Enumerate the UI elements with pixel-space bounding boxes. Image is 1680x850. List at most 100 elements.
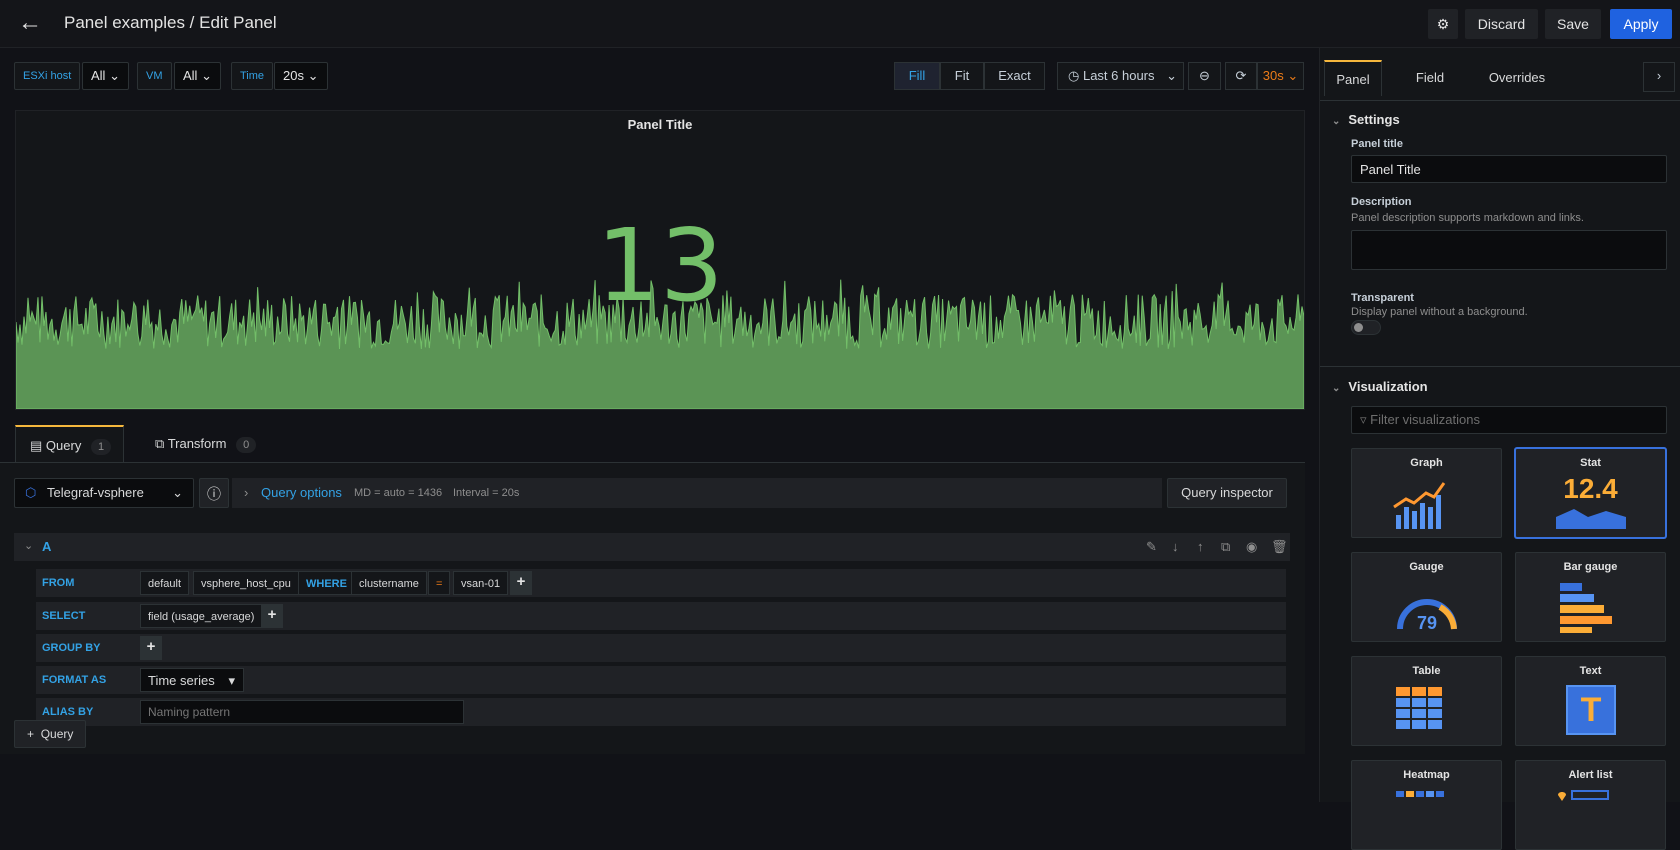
divider	[1320, 100, 1680, 101]
viz-card-graph[interactable]: Graph	[1351, 448, 1502, 538]
tab-query[interactable]: ▤ Query 1	[15, 425, 124, 462]
variable-label-vm: VM	[137, 62, 172, 90]
chevron-right-icon: ›	[1656, 68, 1662, 83]
transform-count-badge: 0	[236, 437, 257, 453]
eye-icon[interactable]: ◉	[1246, 539, 1257, 555]
variable-select-time[interactable]: 20s ⌄	[274, 62, 328, 90]
view-mode-exact[interactable]: Exact	[984, 62, 1045, 90]
format-as-select[interactable]: Time series ▾	[140, 668, 244, 692]
heatmap-viz-icon	[1396, 791, 1444, 797]
gauge-viz-icon: 79	[1397, 599, 1457, 633]
refresh-button[interactable]: ⟳	[1225, 62, 1257, 90]
from-measurement[interactable]: vsphere_host_cpu	[193, 571, 299, 595]
tab-transform-label: Transform	[167, 436, 227, 451]
viz-name: Alert list	[1568, 769, 1613, 781]
tab-transform[interactable]: ⧉ Transform 0	[155, 425, 265, 462]
chevron-down-icon: ⌄	[1332, 383, 1341, 394]
variable-select-esxi-host[interactable]: All ⌄	[82, 62, 129, 90]
stat-viz-icon	[1556, 509, 1626, 529]
viz-card-heatmap[interactable]: Heatmap	[1351, 760, 1502, 850]
alert-list-viz-icon	[1558, 790, 1609, 801]
options-pane: Panel Field Overrides › ⌄ Settings Panel …	[1319, 48, 1680, 850]
refresh-interval-value: 30s	[1262, 68, 1284, 83]
time-range-picker[interactable]: ◷ Last 6 hours ⌄	[1057, 62, 1184, 90]
move-down-icon[interactable]: ↓	[1172, 539, 1179, 554]
view-mode-fill[interactable]: Fill	[894, 62, 940, 90]
tab-panel[interactable]: Panel	[1324, 60, 1382, 96]
select-field[interactable]: field (usage_average)	[140, 604, 263, 628]
viz-card-stat[interactable]: Stat 12.4	[1515, 448, 1666, 538]
variable-value: 20s	[283, 68, 304, 83]
chevron-down-icon: ⌄	[1287, 68, 1299, 83]
add-select-button[interactable]: +	[261, 604, 283, 628]
filter-placeholder: Filter visualizations	[1370, 412, 1480, 427]
query-row-select: SELECT field (usage_average) +	[36, 602, 1286, 630]
filter-visualizations-input[interactable]: ▿ Filter visualizations	[1351, 406, 1667, 434]
top-bar: ← Panel examples / Edit Panel ⚙ Discard …	[0, 0, 1680, 48]
chevron-right-icon: ›	[244, 485, 249, 500]
viz-name: Heatmap	[1403, 769, 1450, 781]
tab-overrides[interactable]: Overrides	[1476, 60, 1558, 96]
viz-card-bar-gauge[interactable]: Bar gauge	[1515, 552, 1666, 642]
discard-button[interactable]: Discard	[1465, 9, 1538, 39]
back-arrow-icon[interactable]: ←	[18, 11, 44, 36]
add-where-button[interactable]: +	[510, 571, 532, 595]
from-database[interactable]: default	[140, 571, 190, 595]
query-options-interval: Interval = 20s	[453, 487, 520, 499]
edit-icon[interactable]: ✎	[1146, 539, 1157, 555]
panel-title-input[interactable]	[1351, 155, 1667, 183]
where-operator[interactable]: =	[428, 571, 451, 595]
settings-gear-button[interactable]: ⚙	[1428, 9, 1458, 39]
caret-down-icon: ▾	[228, 673, 235, 688]
datasource-picker[interactable]: ⬡ Telegraf-vsphere ⌄	[14, 478, 194, 508]
query-options-label[interactable]: Query options	[261, 478, 342, 508]
description-help: Panel description supports markdown and …	[1351, 212, 1584, 224]
zoom-out-button[interactable]: ⊖	[1188, 62, 1221, 90]
collapse-pane-button[interactable]: ›	[1643, 62, 1675, 92]
query-row-format-as: FORMAT AS Time series ▾	[36, 666, 1286, 694]
duplicate-icon[interactable]: ⧉	[1221, 539, 1230, 555]
alias-by-input[interactable]	[140, 700, 464, 724]
datasource-icon: ⬡	[25, 485, 37, 500]
viz-name: Text	[1579, 665, 1602, 677]
trash-icon[interactable]: 🗑	[1271, 539, 1288, 555]
stat-value: 13	[596, 207, 724, 324]
query-options-bar[interactable]: › Query options MD = auto = 1436 Interva…	[232, 478, 1162, 508]
query-row-header[interactable]: ⌄ A ✎ ↓ ↑ ⧉ ◉ 🗑	[14, 533, 1290, 561]
visualization-section-header[interactable]: ⌄ Visualization	[1332, 379, 1428, 394]
where-value[interactable]: vsan-01	[453, 571, 509, 595]
viz-card-gauge[interactable]: Gauge 79	[1351, 552, 1502, 642]
format-as-value: Time series	[148, 673, 215, 688]
settings-section-header[interactable]: ⌄ Settings	[1332, 112, 1400, 127]
viz-card-text[interactable]: Text T	[1515, 656, 1666, 746]
refresh-interval-select[interactable]: 30s ⌄	[1257, 62, 1304, 90]
query-ref-id: A	[42, 539, 52, 554]
chevron-down-icon: ⌄	[109, 68, 120, 83]
apply-button[interactable]: Apply	[1610, 9, 1672, 39]
variable-select-vm[interactable]: All ⌄	[174, 62, 221, 90]
move-up-icon[interactable]: ↑	[1197, 539, 1204, 554]
viz-card-table[interactable]: Table	[1351, 656, 1502, 746]
tab-query-label: Query	[45, 438, 82, 453]
add-query-button[interactable]: + Query	[14, 720, 87, 748]
where-key[interactable]: clustername	[351, 571, 427, 595]
save-button[interactable]: Save	[1545, 9, 1601, 39]
viz-card-alert-list[interactable]: Alert list	[1515, 760, 1666, 850]
description-textarea[interactable]	[1351, 230, 1667, 270]
viz-name: Stat	[1580, 457, 1601, 469]
view-mode-fit[interactable]: Fit	[940, 62, 984, 90]
chevron-down-icon: ⌄	[172, 485, 183, 500]
graph-viz-icon	[1393, 482, 1446, 529]
plus-icon: +	[27, 727, 35, 741]
add-group-by-button[interactable]: +	[140, 636, 162, 660]
text-viz-icon: T	[1566, 685, 1616, 735]
tab-field[interactable]: Field	[1400, 60, 1460, 96]
panel-title: Panel Title	[627, 117, 693, 132]
transparent-toggle[interactable]	[1351, 320, 1381, 335]
query-row-from: FROM default vsphere_host_cpu WHERE clus…	[36, 569, 1286, 597]
format-as-keyword: FORMAT AS	[36, 666, 136, 694]
help-button[interactable]: ⓘ	[199, 478, 229, 508]
settings-title: Settings	[1348, 112, 1400, 127]
transparent-help: Display panel without a background.	[1351, 306, 1528, 318]
query-inspector-button[interactable]: Query inspector	[1167, 478, 1287, 508]
